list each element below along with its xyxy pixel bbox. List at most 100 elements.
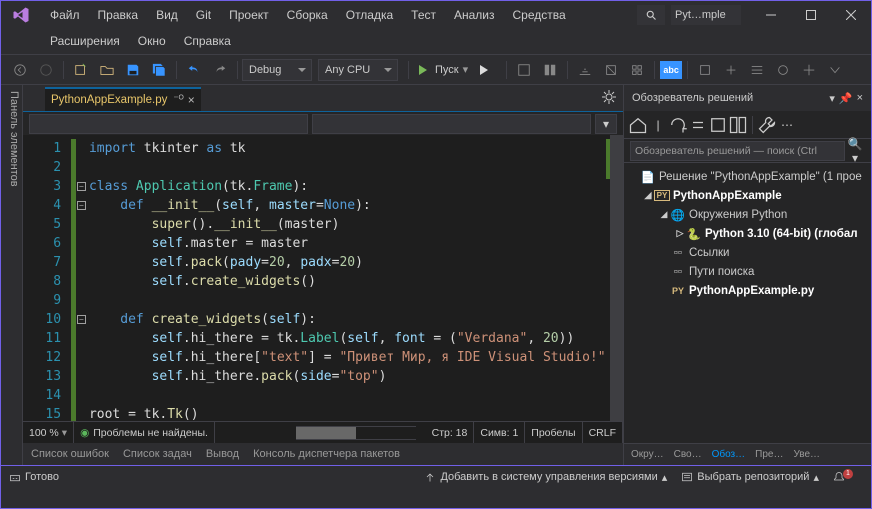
more-icon[interactable]: ⋯ xyxy=(777,115,797,135)
editor-statusbar: 100 % ▾ ◉Проблемы не найдены. Стр: 18 Си… xyxy=(23,421,623,443)
fold-margin[interactable]: −−− xyxy=(76,135,87,421)
scrollbar[interactable] xyxy=(610,135,623,421)
panel-header: Обозреватель решений ▾ 📌 × xyxy=(624,85,871,111)
properties-icon[interactable] xyxy=(728,115,748,135)
save-icon[interactable] xyxy=(121,58,145,82)
editor-settings-icon[interactable] xyxy=(601,89,617,105)
tb-icon-11[interactable] xyxy=(823,58,847,82)
tb-icon-9[interactable] xyxy=(771,58,795,82)
tb-icon-8[interactable] xyxy=(745,58,769,82)
maximize-button[interactable] xyxy=(791,1,831,28)
tb-icon-1[interactable] xyxy=(512,58,536,82)
start-no-debug-button[interactable] xyxy=(474,59,502,81)
collapse-icon[interactable] xyxy=(688,115,708,135)
toolbar: Debug Any CPU Пуск ▾ abc xyxy=(1,55,871,85)
zoom-level[interactable]: 100 % ▾ xyxy=(23,422,74,443)
env-node[interactable]: Окружения Python xyxy=(689,209,787,221)
solution-node[interactable]: Решение "PythonAppExample" (1 прое xyxy=(659,171,862,183)
menu-Справка[interactable]: Справка xyxy=(175,30,240,52)
refs-node[interactable]: Ссылки xyxy=(689,247,730,259)
btm-tab[interactable]: Список ошибок xyxy=(31,448,109,460)
panel-dropdown-icon[interactable]: ▾ xyxy=(829,92,835,105)
solution-explorer-panel: Обозреватель решений ▾ 📌 × | ⋯ Обозреват… xyxy=(623,85,871,465)
panel-close-icon[interactable]: × xyxy=(857,92,863,104)
menu-Файл[interactable]: Файл xyxy=(41,4,89,26)
panel-tab[interactable]: Уве… xyxy=(788,449,825,460)
refresh-icon[interactable] xyxy=(668,115,688,135)
search-box[interactable] xyxy=(637,5,665,25)
file-node[interactable]: PythonAppExample.py xyxy=(689,285,814,297)
menu-Git[interactable]: Git xyxy=(187,4,220,26)
col-indicator[interactable]: Симв: 1 xyxy=(474,422,525,443)
tb-icon-5[interactable] xyxy=(625,58,649,82)
menu-Отладка[interactable]: Отладка xyxy=(337,4,402,26)
paths-icon: ▫▫ xyxy=(670,266,686,278)
issues-indicator[interactable]: ◉Проблемы не найдены. xyxy=(74,422,215,443)
panel-pin-icon[interactable]: 📌 xyxy=(839,92,853,105)
menu-Средства[interactable]: Средства xyxy=(504,4,575,26)
start-button[interactable]: Пуск ▾ xyxy=(413,59,474,81)
panel-tab[interactable]: Пре… xyxy=(750,449,788,460)
panel-tab[interactable]: Окру… xyxy=(626,449,669,460)
panel-tab[interactable]: Обоз… xyxy=(707,449,751,460)
minimize-button[interactable] xyxy=(751,1,791,28)
nav-fwd-icon[interactable] xyxy=(34,58,58,82)
new-project-icon[interactable] xyxy=(69,58,93,82)
menu-Сборка[interactable]: Сборка xyxy=(278,4,337,26)
menu-Расширения[interactable]: Расширения xyxy=(41,30,129,52)
solution-tree[interactable]: 📄Решение "PythonAppExample" (1 прое ◢PYP… xyxy=(624,163,871,443)
eol-indicator[interactable]: CRLF xyxy=(583,422,623,443)
scope-combo[interactable] xyxy=(29,114,308,134)
save-all-icon[interactable] xyxy=(147,58,171,82)
btm-tab[interactable]: Список задач xyxy=(123,448,192,460)
member-combo[interactable] xyxy=(312,114,591,134)
wrench-icon[interactable] xyxy=(757,115,777,135)
pin-icon[interactable]: ⁻ᴼ xyxy=(173,94,183,105)
tb-icon-4[interactable] xyxy=(599,58,623,82)
tb-icon-abc[interactable]: abc xyxy=(660,61,682,79)
tb-icon-2[interactable] xyxy=(538,58,562,82)
show-all-icon[interactable] xyxy=(708,115,728,135)
code-editor[interactable]: 12345678910111213141516 −−− import tkint… xyxy=(23,135,623,421)
toolbox-sidebar[interactable]: Панель элементов xyxy=(1,85,23,465)
nav-split-icon[interactable]: ▾ xyxy=(595,114,617,134)
select-repo-button[interactable]: Выбрать репозиторий ▴ xyxy=(681,471,819,484)
menu-Вид[interactable]: Вид xyxy=(147,4,187,26)
tab-close-icon[interactable]: × xyxy=(188,93,195,107)
project-selector[interactable]: Pyt…mple xyxy=(671,5,741,25)
tab-label: PythonAppExample.py xyxy=(51,94,167,106)
solution-search-input[interactable]: Обозреватель решений — поиск (Ctrl xyxy=(630,141,845,161)
tb-icon-3[interactable] xyxy=(573,58,597,82)
home-icon[interactable] xyxy=(628,115,648,135)
bottom-tabs: Список ошибок Список задач Вывод Консоль ди… xyxy=(23,443,623,465)
close-button[interactable] xyxy=(831,1,871,28)
python-env-node[interactable]: Python 3.10 (64-bit) (глобал xyxy=(705,228,858,240)
tb-icon-10[interactable] xyxy=(797,58,821,82)
line-number-gutter: 12345678910111213141516 xyxy=(23,135,71,421)
config-combo[interactable]: Debug xyxy=(242,59,312,81)
add-vcs-button[interactable]: Добавить в систему управления версиями ▴ xyxy=(424,471,667,484)
notifications-button[interactable]: 1 xyxy=(833,471,849,483)
tb-icon-6[interactable] xyxy=(693,58,717,82)
tb-icon-7[interactable] xyxy=(719,58,743,82)
btm-tab[interactable]: Вывод xyxy=(206,448,239,460)
line-indicator[interactable]: Стр: 18 xyxy=(426,422,475,443)
menu-Проект[interactable]: Проект xyxy=(220,4,278,26)
undo-icon[interactable] xyxy=(182,58,206,82)
menu-Анализ[interactable]: Анализ xyxy=(445,4,504,26)
panel-title: Обозреватель решений xyxy=(632,92,753,104)
open-file-icon[interactable] xyxy=(95,58,119,82)
whitespace-indicator[interactable]: Пробелы xyxy=(525,422,582,443)
menu-Правка[interactable]: Правка xyxy=(89,4,148,26)
menu-Тест[interactable]: Тест xyxy=(402,4,445,26)
redo-icon[interactable] xyxy=(208,58,232,82)
menu-Окно[interactable]: Окно xyxy=(129,30,175,52)
platform-combo[interactable]: Any CPU xyxy=(318,59,398,81)
search-icon[interactable]: 🔍 ▾ xyxy=(845,137,865,165)
panel-tab[interactable]: Сво… xyxy=(669,449,707,460)
paths-node[interactable]: Пути поиска xyxy=(689,266,754,278)
btm-tab[interactable]: Консоль диспетчера пакетов xyxy=(253,448,400,460)
project-node[interactable]: PythonAppExample xyxy=(673,190,782,202)
nav-back-icon[interactable] xyxy=(8,58,32,82)
editor-tab[interactable]: PythonAppExample.py ⁻ᴼ × xyxy=(45,87,201,111)
